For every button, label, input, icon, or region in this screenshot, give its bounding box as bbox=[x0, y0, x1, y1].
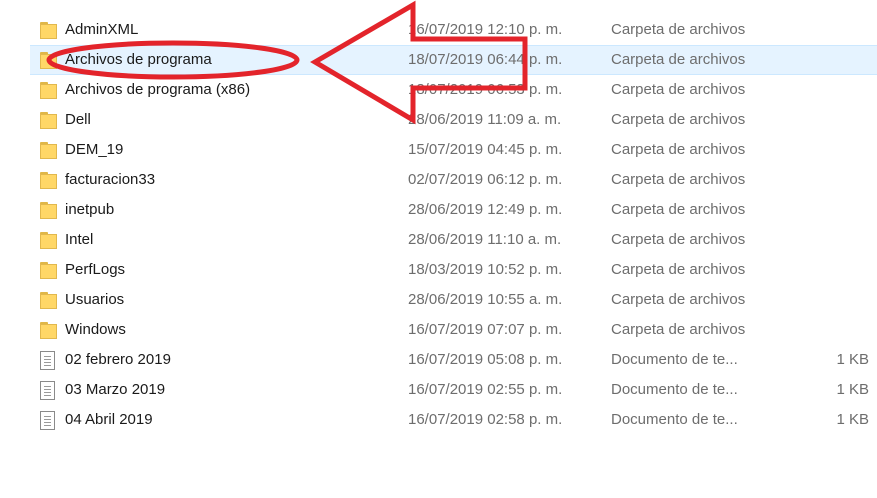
folder-icon bbox=[40, 262, 58, 279]
folder-row[interactable]: DEM_19 15/07/2019 04:45 p. m. Carpeta de a… bbox=[0, 135, 877, 165]
folder-icon bbox=[40, 82, 58, 99]
folder-row[interactable]: Usuarios 28/06/2019 10:55 a. m. Carpeta de… bbox=[0, 285, 877, 315]
file-type: Carpeta de archivos bbox=[611, 261, 746, 278]
folder-row[interactable]: inetpub 28/06/2019 12:49 p. m. Carpeta de … bbox=[0, 195, 877, 225]
file-name: Usuarios bbox=[65, 291, 125, 308]
folder-row[interactable]: Dell 28/06/2019 11:09 a. m. Carpeta de arc… bbox=[0, 105, 877, 135]
file-date-modified: 16/07/2019 02:55 p. m. bbox=[408, 381, 563, 398]
file-name: inetpub bbox=[65, 201, 115, 218]
file-name: Archivos de programa (x86) bbox=[65, 81, 251, 98]
file-type: Carpeta de archivos bbox=[611, 291, 746, 308]
file-size: 1 KB bbox=[836, 411, 869, 428]
file-type: Carpeta de archivos bbox=[611, 201, 746, 218]
file-type: Documento de te... bbox=[611, 351, 738, 368]
file-name: Archivos de programa bbox=[65, 51, 212, 68]
file-type: Documento de te... bbox=[611, 411, 738, 428]
folder-row[interactable]: Windows 16/07/2019 07:07 p. m. Carpeta de … bbox=[0, 315, 877, 345]
file-type: Carpeta de archivos bbox=[611, 51, 746, 68]
file-name: facturacion33 bbox=[65, 171, 156, 188]
file-type: Carpeta de archivos bbox=[611, 111, 746, 128]
file-name: AdminXML bbox=[65, 21, 139, 38]
folder-icon bbox=[40, 202, 58, 219]
file-date-modified: 28/06/2019 11:10 a. m. bbox=[408, 231, 562, 248]
file-name: 04 Abril 2019 bbox=[65, 411, 153, 428]
file-size: 1 KB bbox=[836, 351, 869, 368]
file-date-modified: 28/06/2019 11:09 a. m. bbox=[408, 111, 562, 128]
folder-row[interactable]: facturacion33 02/07/2019 06:12 p. m. Carpe… bbox=[0, 165, 877, 195]
file-row[interactable]: 03 Marzo 2019 16/07/2019 02:55 p. m. Docum… bbox=[0, 375, 877, 405]
file-date-modified: 18/07/2019 06:53 p. m. bbox=[408, 81, 563, 98]
folder-row[interactable]: PerfLogs 18/03/2019 10:52 p. m. Carpeta de… bbox=[0, 255, 877, 285]
folder-icon bbox=[40, 172, 58, 189]
file-type: Carpeta de archivos bbox=[611, 231, 746, 248]
text-document-icon bbox=[40, 351, 55, 370]
file-type: Carpeta de archivos bbox=[611, 81, 746, 98]
file-date-modified: 28/06/2019 12:49 p. m. bbox=[408, 201, 563, 218]
file-name: Windows bbox=[65, 321, 126, 338]
folder-icon bbox=[40, 232, 58, 249]
folder-icon bbox=[40, 322, 58, 339]
file-date-modified: 16/07/2019 02:58 p. m. bbox=[408, 411, 563, 428]
folder-icon bbox=[40, 142, 58, 159]
file-type: Carpeta de archivos bbox=[611, 141, 746, 158]
file-date-modified: 16/07/2019 05:08 p. m. bbox=[408, 351, 563, 368]
file-type: Carpeta de archivos bbox=[611, 321, 746, 338]
file-name: Dell bbox=[65, 111, 91, 128]
file-date-modified: 02/07/2019 06:12 p. m. bbox=[408, 171, 563, 188]
folder-icon bbox=[40, 22, 58, 39]
file-name: Intel bbox=[65, 231, 94, 248]
folder-row[interactable]: Archivos de programa 18/07/2019 06:44 p. … bbox=[0, 45, 877, 75]
file-list: AdminXML 16/07/2019 12:10 p. m. Carpeta de… bbox=[0, 15, 877, 435]
folder-icon bbox=[40, 292, 58, 309]
folder-icon bbox=[40, 112, 58, 129]
file-name: PerfLogs bbox=[65, 261, 126, 278]
file-row[interactable]: 04 Abril 2019 16/07/2019 02:58 p. m. Docum… bbox=[0, 405, 877, 435]
text-document-icon bbox=[40, 381, 55, 400]
text-document-icon bbox=[40, 411, 55, 430]
file-date-modified: 16/07/2019 12:10 p. m. bbox=[408, 21, 563, 38]
file-name: DEM_19 bbox=[65, 141, 124, 158]
file-size: 1 KB bbox=[836, 381, 869, 398]
file-type: Carpeta de archivos bbox=[611, 171, 746, 188]
file-date-modified: 28/06/2019 10:55 a. m. bbox=[408, 291, 563, 308]
folder-row[interactable]: AdminXML 16/07/2019 12:10 p. m. Carpeta de… bbox=[0, 15, 877, 45]
file-row[interactable]: 02 febrero 2019 16/07/2019 05:08 p. m. Doc… bbox=[0, 345, 877, 375]
folder-icon bbox=[40, 52, 58, 69]
folder-row[interactable]: Intel 28/06/2019 11:10 a. m. Carpeta de ar… bbox=[0, 225, 877, 255]
file-name: 02 febrero 2019 bbox=[65, 351, 171, 368]
file-date-modified: 15/07/2019 04:45 p. m. bbox=[408, 141, 563, 158]
folder-row[interactable]: Archivos de programa (x86) 18/07/2019 06:… bbox=[0, 75, 877, 105]
file-type: Documento de te... bbox=[611, 381, 738, 398]
file-name: 03 Marzo 2019 bbox=[65, 381, 166, 398]
file-date-modified: 16/07/2019 07:07 p. m. bbox=[408, 321, 563, 338]
file-type: Carpeta de archivos bbox=[611, 21, 746, 38]
file-date-modified: 18/03/2019 10:52 p. m. bbox=[408, 261, 563, 278]
file-date-modified: 18/07/2019 06:44 p. m. bbox=[408, 51, 563, 68]
